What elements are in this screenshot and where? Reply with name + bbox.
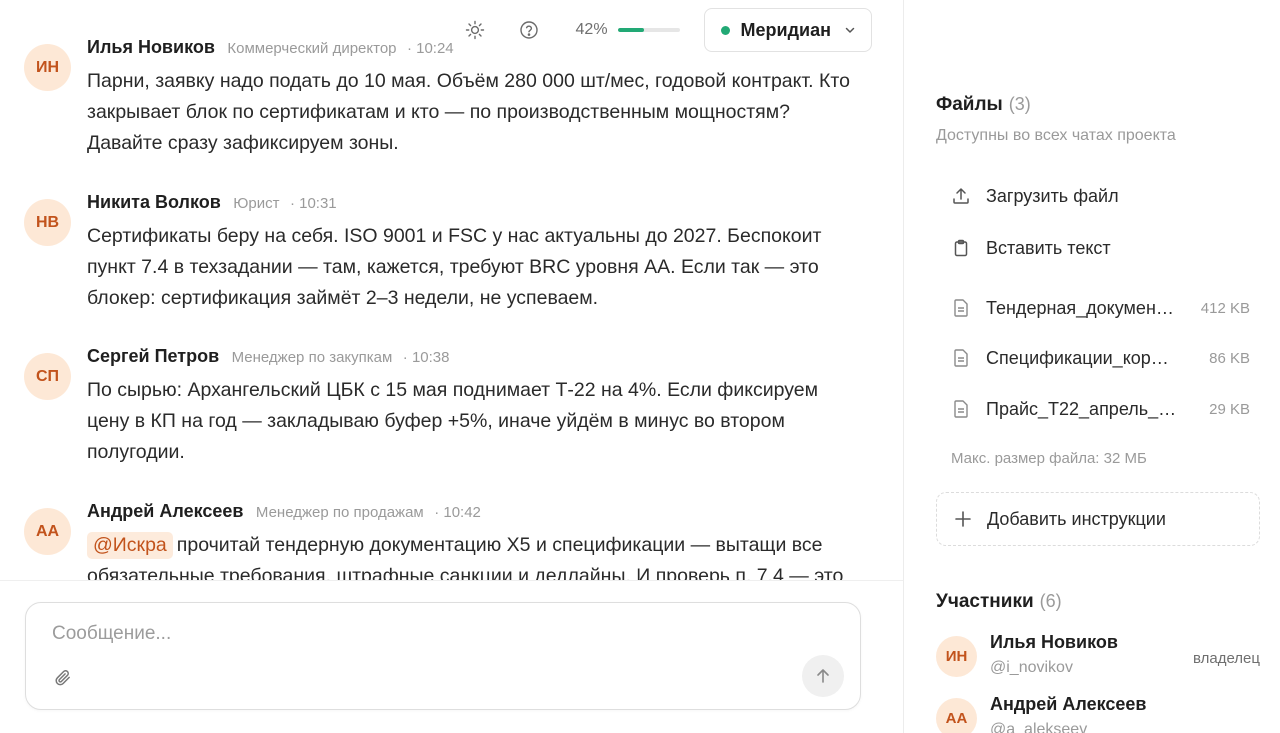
author-name[interactable]: Илья Новиков (87, 37, 215, 57)
participants-title-text: Участники (936, 591, 1034, 612)
message-text: Сертификаты беру на себя. ISO 9001 и FSC… (87, 225, 822, 309)
message: НВ Никита Волков Юрист · 10:31 Сертифика… (24, 191, 854, 321)
upload-file-label: Загрузить файл (986, 185, 1119, 206)
message-list[interactable]: ИН Илья Новиков Коммерческий директор · … (0, 0, 903, 580)
progress-bar (617, 28, 680, 32)
document-icon (950, 297, 972, 319)
message-header: Илья Новиков Коммерческий директор · 10:… (87, 36, 454, 60)
participant-item[interactable]: АА Андрей Алексеев @a_alekseev (936, 694, 1266, 733)
participant-role: владелец (1192, 650, 1260, 667)
author-name[interactable]: Андрей Алексеев (87, 501, 243, 521)
author-name[interactable]: Никита Волков (87, 192, 221, 212)
file-name: Тендерная_документация_X5.pdf (986, 297, 1178, 318)
participant-handle: @i_novikov (990, 659, 1073, 676)
author-role: Коммерческий директор (227, 40, 397, 57)
file-name: Прайс_Т22_апрель_2025.xlsx (986, 398, 1178, 419)
participant-name: Андрей Алексеев (990, 694, 1147, 714)
arrow-up-icon (814, 667, 832, 685)
avatar[interactable]: ИН (24, 44, 71, 91)
status-dot (720, 25, 730, 35)
message: АА Андрей Алексеев Менеджер по продажам … (24, 500, 854, 580)
paste-text-button[interactable]: Вставить текст (950, 233, 1111, 263)
message-time: · 10:24 (406, 40, 454, 57)
avatar: ИН (936, 636, 977, 677)
message-text: Парни, заявку надо подать до 10 мая. Объ… (87, 70, 850, 154)
message-header: Андрей Алексеев Менеджер по продажам · 1… (87, 500, 481, 524)
add-instructions-label: Добавить инструкции (987, 508, 1166, 529)
files-subtitle: Доступны во всех чатах проекта (936, 127, 1176, 144)
message: СП Сергей Петров Менеджер по закупкам · … (24, 345, 854, 475)
author-role: Менеджер по продажам (255, 504, 424, 521)
files-title-text: Файлы (936, 94, 1003, 115)
participants-count: (6) (1039, 591, 1062, 611)
avatar[interactable]: СП (24, 353, 71, 400)
avatar: АА (936, 698, 977, 733)
message-body: прочитай тендерную документацию X5 и спе… (87, 534, 844, 580)
files-count: (3) (1008, 94, 1031, 114)
author-name[interactable]: Сергей Петров (87, 346, 219, 366)
file-item[interactable]: Прайс_Т22_апрель_2025.xlsx 29 KB (950, 394, 1250, 424)
file-size: 86 KB (1209, 349, 1250, 367)
message-time: · 10:42 (434, 504, 481, 521)
participant-item[interactable]: ИН Илья Новиков @i_novikov владелец (936, 632, 1266, 684)
files-title: Файлы (3) (936, 94, 1031, 116)
message-input[interactable] (52, 623, 752, 645)
file-size: 29 KB (1209, 400, 1250, 418)
upload-file-button[interactable]: Загрузить файл (950, 181, 1119, 211)
message-time: · 10:31 (289, 195, 337, 212)
sun-icon[interactable] (462, 17, 488, 43)
progress-bar-fill (617, 28, 644, 32)
composer-divider (0, 580, 903, 581)
participant-name: Илья Новиков (990, 632, 1118, 652)
project-panel: Файлы (3) Доступны во всех чатах проекта … (903, 0, 1280, 733)
mention-tag[interactable]: @Искра (87, 532, 173, 559)
file-item[interactable]: Тендерная_документация_X5.pdf 412 KB (950, 293, 1250, 323)
chevron-down-icon (843, 23, 857, 37)
message-time: · 10:38 (402, 349, 450, 366)
paste-text-label: Вставить текст (986, 237, 1111, 258)
message-header: Никита Волков Юрист · 10:31 (87, 191, 337, 215)
file-item[interactable]: Спецификации_короба.pdf 86 KB (950, 343, 1250, 373)
message-composer (25, 602, 861, 710)
help-circle-icon[interactable] (516, 17, 542, 43)
avatar[interactable]: НВ (24, 199, 71, 246)
progress-percent: 42% (575, 21, 608, 38)
upload-icon (950, 185, 972, 207)
chat-column: ИН Илья Новиков Коммерческий директор · … (0, 0, 903, 733)
message-text: По сырью: Архангельский ЦБК с 15 мая под… (87, 379, 819, 463)
plus-icon (953, 509, 973, 529)
document-icon (950, 398, 972, 420)
author-role: Юрист (233, 195, 280, 212)
project-name: Меридиан (740, 19, 831, 40)
message-text: @Искра прочитай тендерную документацию X5… (87, 530, 857, 580)
message: ИН Илья Новиков Коммерческий директор · … (24, 36, 854, 166)
message-header: Сергей Петров Менеджер по закупкам · 10:… (87, 345, 449, 369)
participants-title: Участники (6) (936, 591, 1062, 613)
paperclip-icon[interactable] (50, 665, 76, 691)
max-file-size-note: Макс. размер файла: 32 МБ (951, 450, 1147, 467)
add-instructions-button[interactable]: Добавить инструкции (936, 492, 1260, 546)
clipboard-icon (950, 237, 972, 259)
author-role: Менеджер по закупкам (231, 349, 393, 366)
file-size: 412 KB (1200, 299, 1250, 317)
top-toolbar: 42% Меридиан (462, 8, 872, 52)
project-selector[interactable]: Меридиан (703, 8, 872, 52)
participant-handle: @a_alekseev (990, 721, 1088, 733)
avatar[interactable]: АА (24, 508, 71, 555)
document-icon (950, 347, 972, 369)
file-name: Спецификации_короба.pdf (986, 347, 1178, 368)
send-button[interactable] (802, 655, 844, 697)
